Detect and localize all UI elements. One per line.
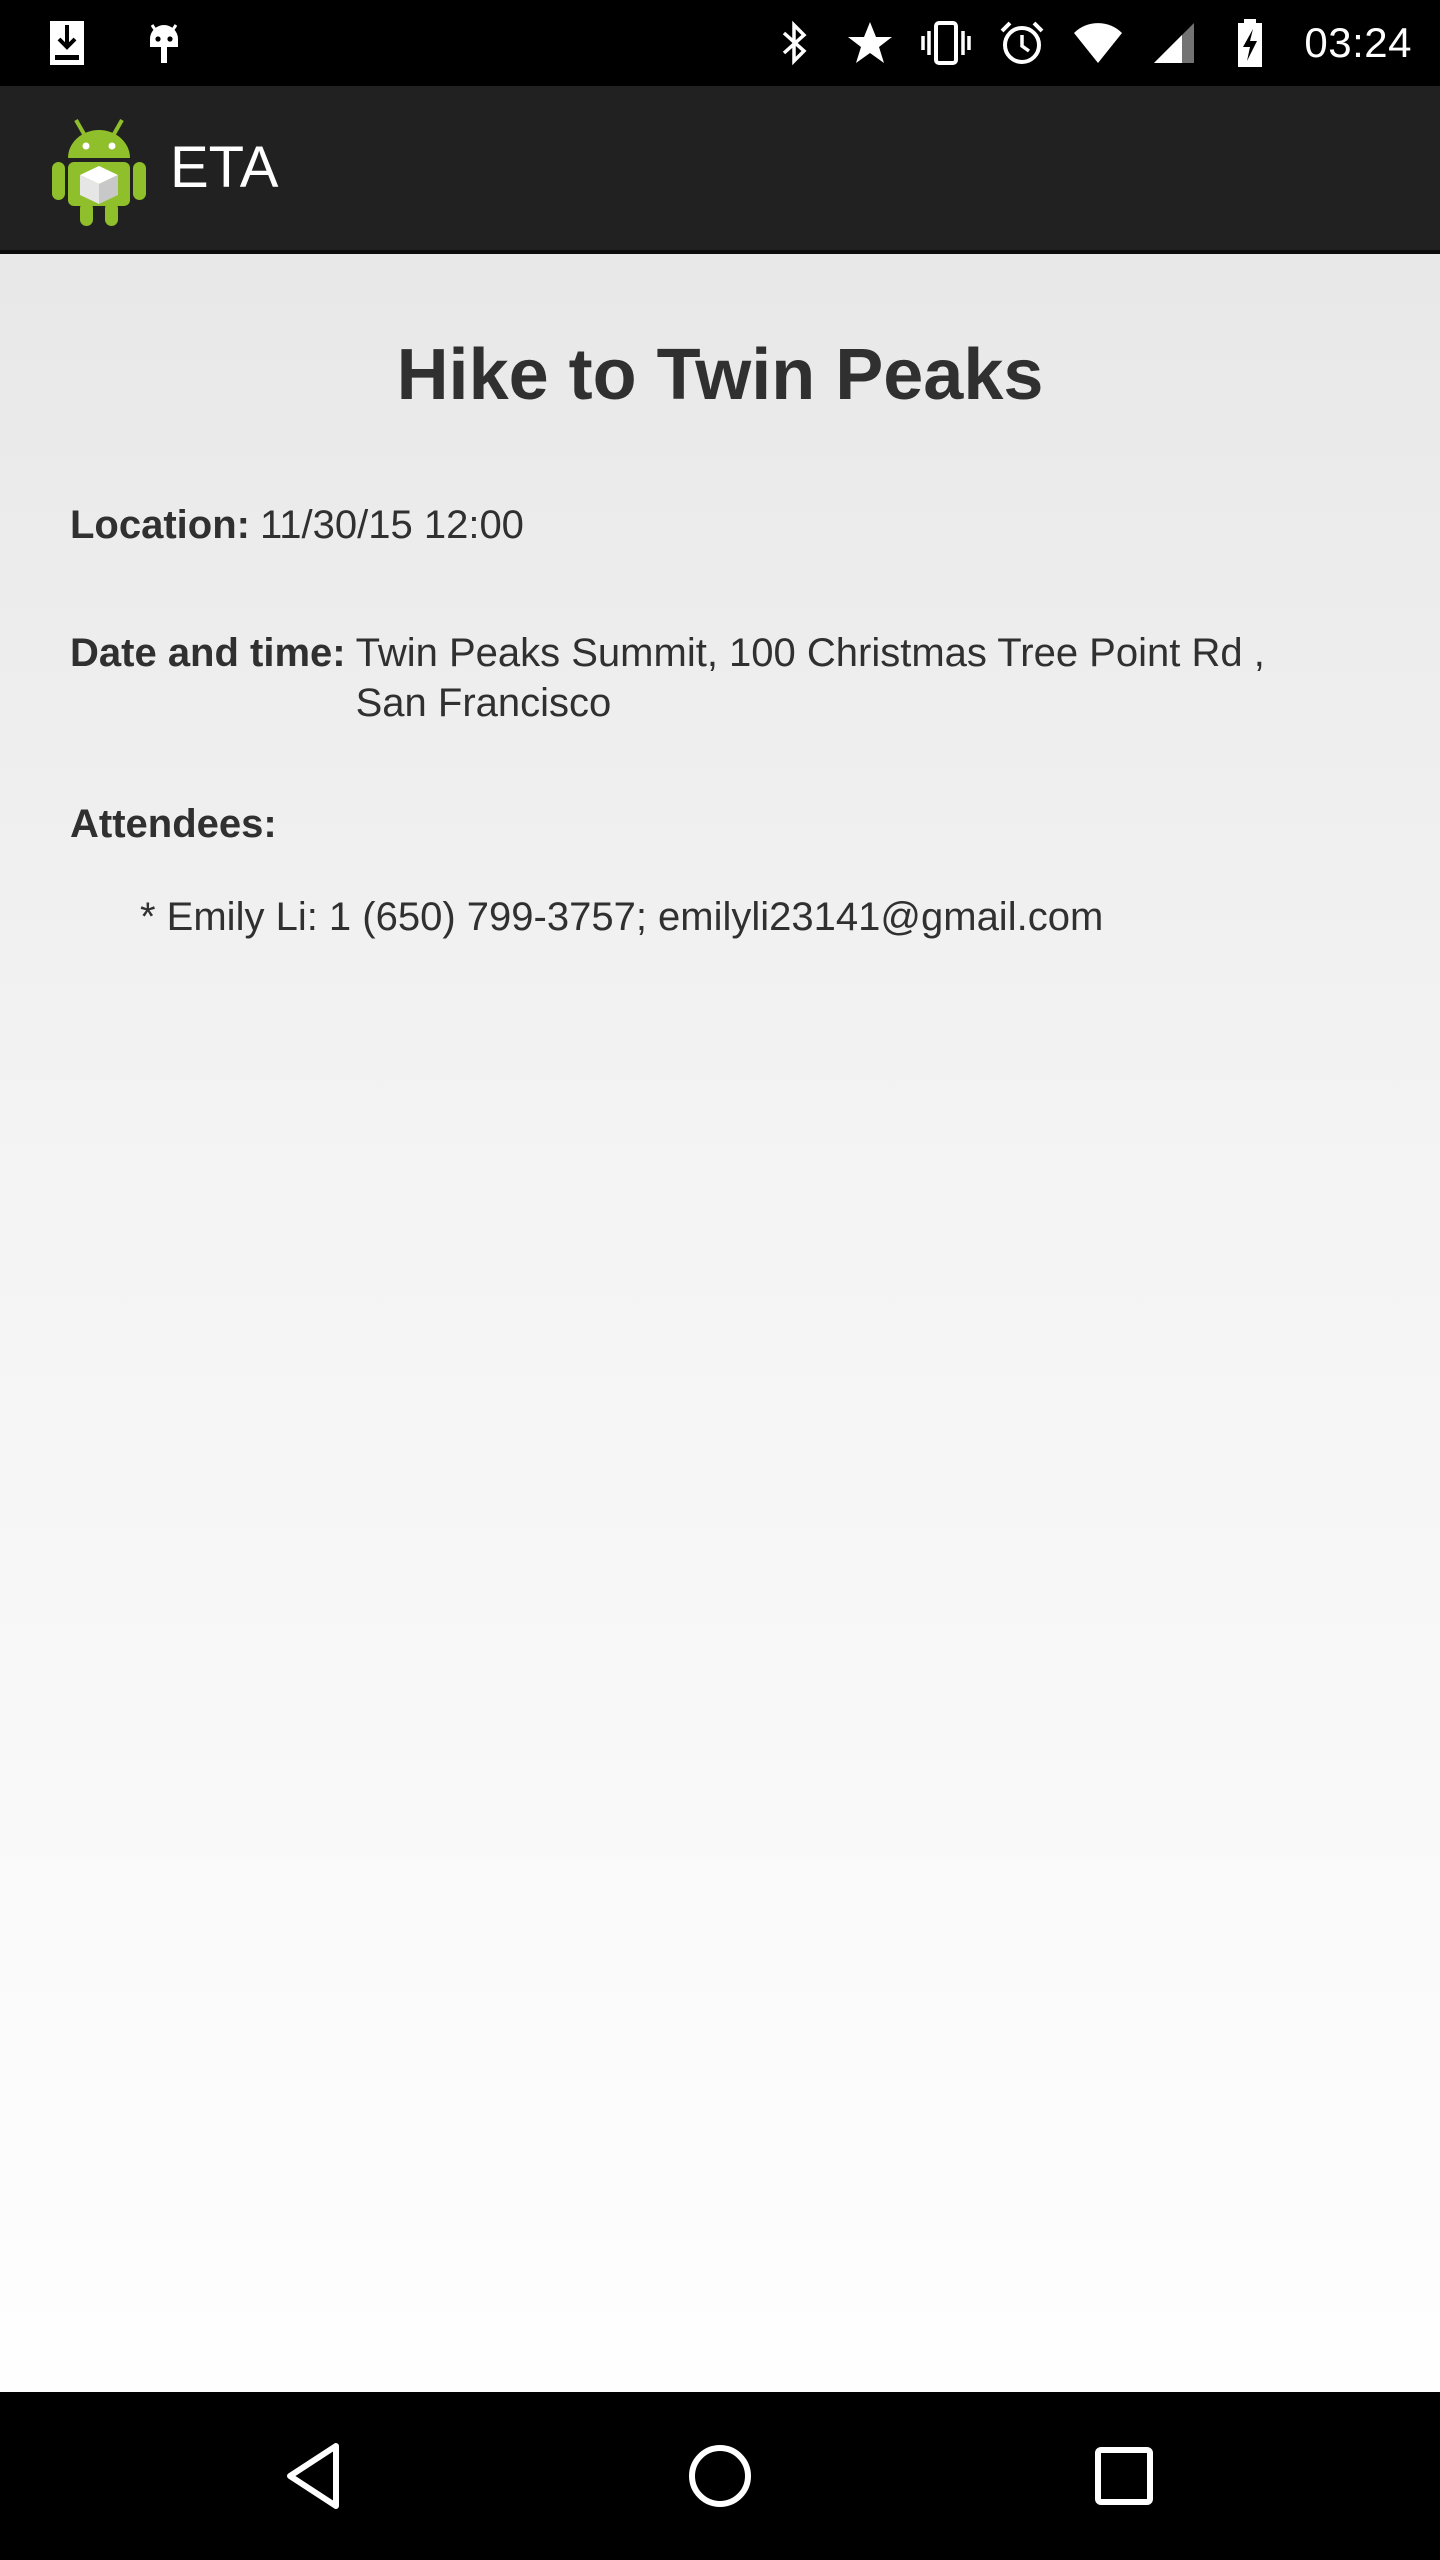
alarm-icon [994,15,1050,71]
navigation-bar [0,2392,1440,2560]
attendee-item: * Emily Li: 1 (650) 799-3757; emilyli231… [140,895,1104,939]
status-bar: 03:24 [0,0,1440,86]
android-debug-icon [136,15,192,71]
star-icon [842,15,898,71]
location-value: 11/30/15 12:00 [259,503,524,547]
attendees-label: Attendees: [70,802,277,846]
event-details: Hike to Twin Peaks Location: 11/30/15 12… [0,254,1440,2392]
datetime-value: Twin Peaks Summit, 100 Christmas Tree Po… [355,631,1265,725]
status-bar-left [40,14,192,72]
status-time: 03:24 [1304,19,1412,66]
cellular-signal-icon [1146,15,1202,71]
app-title: ETA [170,135,279,200]
bluetooth-icon [766,15,822,71]
home-icon[interactable] [680,2436,760,2516]
datetime-label: Date and time: [70,631,346,675]
action-bar: ETA [0,86,1440,254]
wifi-icon [1070,15,1126,71]
download-icon [40,15,96,71]
datetime-row: Date and time: Twin Peaks Summit, 100 Ch… [70,628,1296,728]
android-app-icon[interactable] [48,116,150,228]
event-title: Hike to Twin Peaks [396,335,1044,415]
location-label: Location: [70,503,250,547]
status-bar-right: 03:24 [766,14,1412,72]
back-icon[interactable] [276,2436,356,2516]
recents-icon[interactable] [1084,2436,1164,2516]
location-row: Location: 11/30/15 12:00 [70,500,1200,550]
battery-charging-icon [1222,15,1278,71]
vibrate-icon [918,15,974,71]
